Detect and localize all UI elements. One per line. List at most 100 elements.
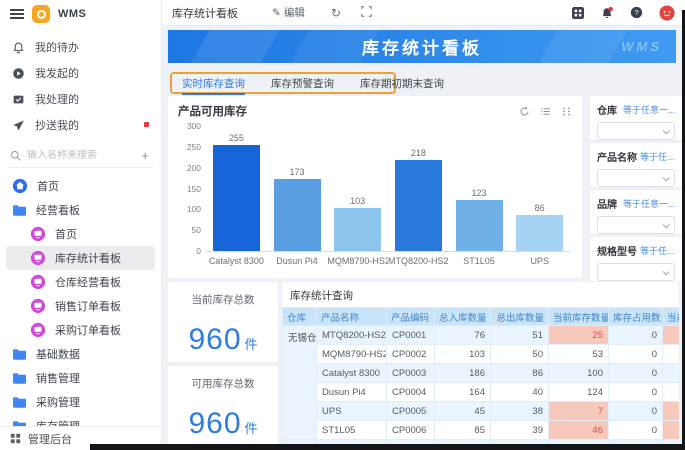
sidebar-item-7[interactable]: 基础数据 — [6, 342, 155, 366]
bar-Catalyst 8300[interactable]: 255 — [213, 145, 260, 251]
filter-value-select[interactable] — [597, 263, 675, 281]
refresh-icon[interactable]: ↻ — [331, 7, 341, 19]
sidebar-item-9[interactable]: 采购管理 — [6, 390, 155, 414]
bar-value-label: 123 — [472, 188, 487, 198]
available-qty-cell — [663, 345, 680, 364]
column-header[interactable]: 仓库 — [283, 308, 317, 326]
available-qty-cell — [663, 364, 680, 383]
filter-operator-dropdown[interactable]: 等于任意一... — [623, 103, 675, 116]
unread-badge — [144, 122, 149, 127]
user-avatar[interactable] — [659, 5, 675, 21]
in-qty-cell: 85 — [435, 421, 491, 440]
folder-icon — [12, 372, 27, 385]
filter-value-select[interactable] — [597, 122, 675, 140]
sidebar-item-0[interactable]: 首页 — [6, 174, 155, 198]
fullscreen-icon[interactable] — [361, 6, 372, 19]
filter-operator-dropdown[interactable]: 等于任... — [640, 150, 675, 163]
board-icon — [30, 226, 46, 242]
tab-2[interactable]: 库存期初期末查询 — [360, 73, 444, 94]
x-axis-label: UPS — [509, 256, 570, 266]
bar-ST1L05[interactable]: 123 — [456, 200, 503, 251]
filter-operator-dropdown[interactable]: 等于任... — [640, 244, 675, 257]
bar-slot: 123 — [449, 126, 510, 251]
x-axis-label: Dusun Pi4 — [267, 256, 328, 266]
board-icon — [30, 298, 46, 314]
chart-more-icon[interactable] — [561, 106, 572, 117]
sidebar-item-dashboard-2[interactable]: 首页 — [6, 222, 155, 246]
inbox-icon — [12, 93, 25, 106]
occupied-qty-cell: 0 — [609, 364, 663, 383]
folder-icon — [12, 348, 27, 361]
bar-Dusun Pi4[interactable]: 173 — [274, 179, 321, 251]
todo-item[interactable]: 抄送我的 — [0, 112, 161, 138]
chart-list-icon[interactable] — [540, 106, 551, 117]
chart-refresh-icon[interactable] — [519, 106, 530, 117]
svg-text:?: ? — [634, 8, 638, 17]
sidebar-item-8[interactable]: 销售管理 — [6, 366, 155, 390]
sidebar-item-dashboard-3[interactable]: 库存统计看板 — [6, 246, 155, 270]
sidebar-header: WMS — [0, 0, 161, 28]
todo-item-label: 抄送我的 — [35, 117, 79, 133]
search-input[interactable] — [27, 150, 133, 161]
stat-label: 可用库存总数 — [168, 376, 278, 391]
out-qty-cell: 40 — [491, 383, 549, 402]
search-icon — [10, 150, 21, 161]
code-cell: CP0005 — [387, 402, 435, 421]
sidebar-search: + — [8, 144, 153, 168]
filter-card-3: 规格型号等于任... — [590, 237, 682, 281]
y-axis-tick: 200 — [187, 163, 201, 173]
column-header[interactable]: 总入库数量 — [435, 308, 491, 326]
in-qty-cell: 103 — [435, 345, 491, 364]
add-button[interactable]: + — [139, 148, 151, 163]
main-area: 库存统计看板 ✎编辑 ↻ ? — [162, 0, 685, 450]
window-edge-bottom — [90, 444, 685, 450]
dashboard-content: 库存统计看板 WMS 实时库存查询库存预警查询库存期初期末查询 产品可用库存 — [162, 26, 685, 450]
filter-value-select[interactable] — [597, 169, 675, 187]
column-header[interactable]: 总出库数量 — [491, 308, 549, 326]
sidebar-item-1[interactable]: 经营看板 — [6, 198, 155, 222]
product-cell: MTQ8200-HS2F — [317, 326, 387, 345]
column-header[interactable]: 库存占用数量 — [609, 308, 663, 326]
bar-MTQ8200-HS2F[interactable]: 218 — [395, 160, 442, 251]
filter-operator-dropdown[interactable]: 等于任意一... — [623, 197, 675, 210]
sidebar-item-dashboard-4[interactable]: 仓库经营看板 — [6, 270, 155, 294]
table-row: Catalyst 8300CP0003186861000 — [283, 364, 680, 383]
play-icon — [12, 67, 25, 80]
warehouse-cell: 无锡仓 — [283, 326, 317, 440]
current-qty-cell: 100 — [549, 364, 609, 383]
bar-value-label: 173 — [289, 167, 304, 177]
column-header[interactable]: 当前库存数量 — [549, 308, 609, 326]
y-axis-tick: 250 — [187, 142, 201, 152]
sidebar-item-dashboard-5[interactable]: 销售订单看板 — [6, 294, 155, 318]
todo-item[interactable]: 我发起的 — [0, 60, 161, 86]
tab-0[interactable]: 实时库存查询 — [182, 73, 245, 94]
sidebar-item-dashboard-6[interactable]: 采购订单看板 — [6, 318, 155, 342]
filter-value-select[interactable] — [597, 216, 675, 234]
tab-1[interactable]: 库存预警查询 — [271, 73, 334, 94]
todo-item-label: 我的待办 — [35, 39, 79, 55]
notification-bell-icon[interactable] — [600, 6, 614, 20]
bar-MQM8790-HS2R[interactable]: 103 — [334, 208, 381, 251]
occupied-qty-cell: 0 — [609, 345, 663, 364]
current-qty-cell: 46 — [549, 421, 609, 440]
sidebar: WMS 我的待办我发起的我处理的抄送我的 + 首页经营看板首页库存统计看板仓库经… — [0, 0, 162, 450]
banner-title: 库存统计看板 — [362, 34, 482, 59]
sidebar-item-label: 库存统计看板 — [55, 250, 121, 266]
hamburger-menu-icon[interactable] — [10, 9, 24, 19]
sidebar-item-label: 销售管理 — [36, 370, 80, 386]
code-cell: CP0006 — [387, 421, 435, 440]
occupied-qty-cell: 0 — [609, 326, 663, 345]
app-logo — [32, 5, 50, 23]
edit-button[interactable]: ✎编辑 — [272, 5, 305, 20]
column-header[interactable]: 当前可用数量 — [663, 308, 680, 326]
filter-card-2: 品牌等于任意一... — [590, 190, 682, 234]
todo-item[interactable]: 我的待办 — [0, 34, 161, 60]
bar-UPS[interactable]: 86 — [516, 215, 563, 251]
help-icon[interactable]: ? — [630, 6, 643, 19]
column-header[interactable]: 产品编码 — [387, 308, 435, 326]
column-header[interactable]: 产品名称 — [317, 308, 387, 326]
page-tab[interactable]: 库存统计看板 — [172, 5, 238, 21]
todo-item[interactable]: 我处理的 — [0, 86, 161, 112]
apps-icon[interactable] — [572, 7, 584, 19]
y-axis-tick: 150 — [187, 184, 201, 194]
